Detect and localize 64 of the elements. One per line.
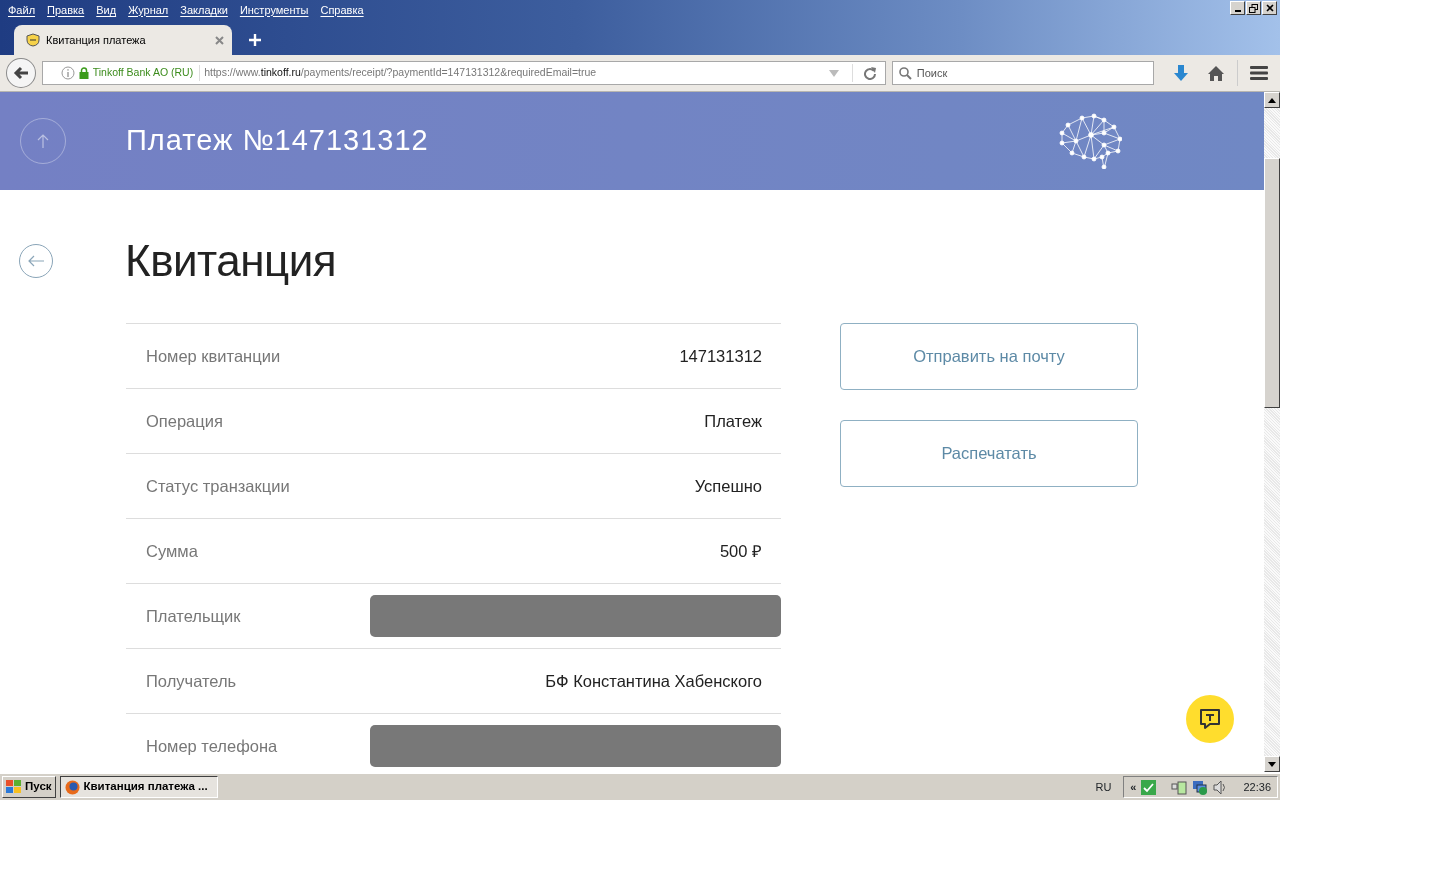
field-value: 147131312 [679,345,762,367]
menu-item[interactable]: Журнал [122,1,175,19]
action-button[interactable]: Отправить на почту [840,323,1138,390]
minimize-button[interactable] [1230,1,1245,15]
menu-item[interactable]: Закладки [174,1,234,19]
reload-icon[interactable] [862,66,877,80]
tray-expand-chevron[interactable]: « [1130,778,1137,796]
field-label: Номер телефона [146,735,278,757]
search-icon [898,66,912,80]
language-indicator[interactable]: RU [1095,778,1112,796]
download-arrow-icon [1173,65,1188,81]
scroll-thumb[interactable] [1264,158,1280,408]
page-title: Квитанция [125,234,337,287]
field-label: Получатель [146,670,237,692]
site-identity[interactable]: Tinkoff Bank AO (RU) [92,65,201,81]
field-value: Успешно [694,475,762,497]
start-button[interactable]: Пуск [2,776,56,798]
browser-icon [64,779,80,795]
close-icon [1265,4,1274,12]
search-placeholder: Поиск [916,65,948,81]
action-button[interactable]: Распечатать [840,420,1138,487]
field-label: Сумма [146,540,198,562]
close-icon [215,35,224,45]
chat-button[interactable] [1186,695,1234,743]
scrollbar[interactable] [1264,92,1280,772]
search-field[interactable]: Поиск [891,61,1154,85]
url-text: https://www.tinkoff.ru/payments/receipt/?paymentId=147131312&requiredEmail=true [204,65,598,81]
field-value: 500 ₽ [719,540,762,562]
shield-icon [26,33,40,47]
left-arrow-icon [27,254,45,268]
header-title: Платеж №147131312 [126,123,430,159]
triangle-down-icon [1268,761,1276,767]
checkmark-icon[interactable] [1141,779,1157,795]
network-globe-icon[interactable] [1192,779,1209,795]
close-button[interactable] [1262,1,1277,15]
menu-item[interactable]: Вид [90,1,123,19]
taskbar-window-button[interactable]: Квитанция платежа ... [59,776,218,798]
field-label: Плательщик [146,605,241,627]
browser-tab[interactable]: Квитанция платежа [14,25,232,55]
brain-logo-icon [1058,113,1122,169]
windows-logo-icon [6,780,22,794]
field-label: Номер квитанции [146,345,281,367]
restore-button[interactable] [1246,1,1261,15]
menu-item[interactable]: Правка [41,1,91,19]
triangle-up-icon [1268,97,1276,103]
field-label: Операция [146,410,223,432]
padlock-icon [78,67,89,79]
menu-item[interactable]: Инструменты [233,1,315,19]
field-value: БФ Константина Хабенского [545,670,762,692]
chat-icon [1198,707,1222,731]
menu-item[interactable]: Файл [2,1,42,19]
up-arrow-icon [36,133,50,149]
plus-icon [249,34,261,46]
tab-close-button[interactable] [215,35,224,45]
back-button[interactable] [6,58,36,88]
menu-icon [1250,66,1269,80]
field-value: Платеж [704,410,762,432]
menu-item[interactable]: Справка [314,1,370,19]
address-field[interactable]: Tinkoff Bank AO (RU) https://www.tinkoff.ru/payments/receipt/?paymentId=147131312&requiredEmail=true [41,61,886,85]
back-arrow-icon [12,66,29,80]
home-icon [1208,65,1225,81]
clock: 22:36 [1243,779,1271,795]
restore-icon [1249,3,1258,13]
field-label: Статус транзакции [146,475,290,497]
